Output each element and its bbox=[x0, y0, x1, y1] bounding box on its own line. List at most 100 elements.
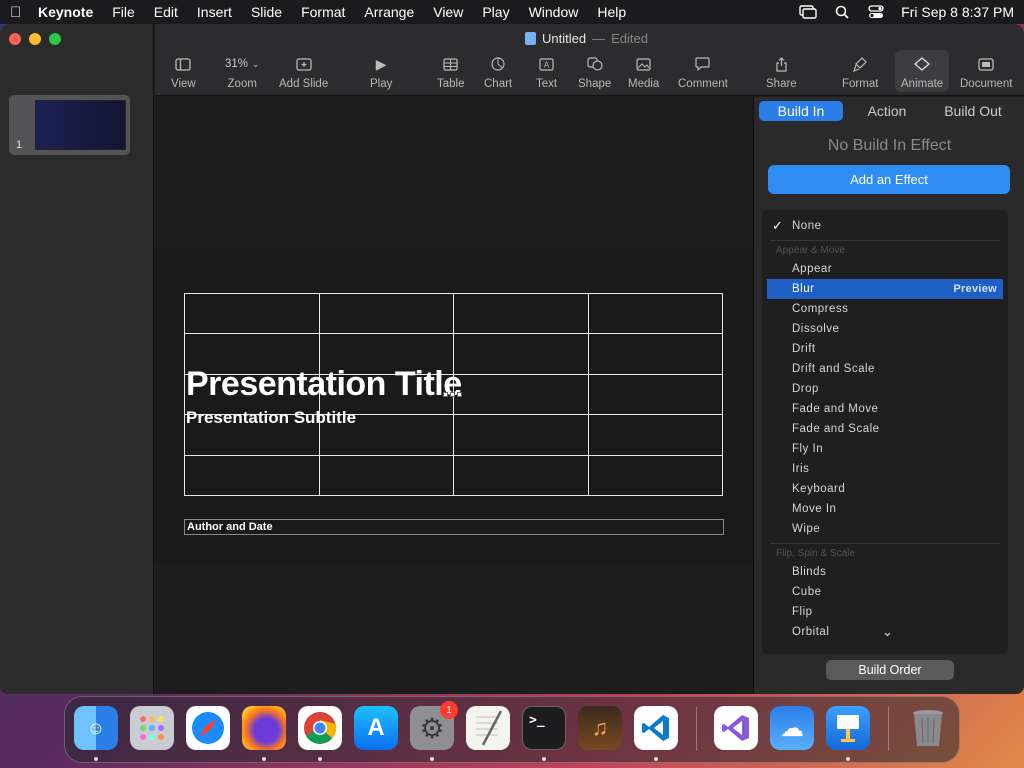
dock-textedit[interactable] bbox=[466, 706, 510, 750]
table-cell[interactable] bbox=[587, 292, 723, 335]
effect-cube[interactable]: Cube bbox=[762, 582, 1008, 602]
effect-dissolve[interactable]: Dissolve bbox=[762, 319, 1008, 339]
minimize-window-button[interactable] bbox=[29, 33, 41, 45]
slide-canvas[interactable]: Presentation Title Presentation Subtitle… bbox=[155, 97, 753, 694]
chart-button[interactable]: Chart bbox=[484, 54, 512, 90]
dock-vscode[interactable] bbox=[634, 706, 678, 750]
dock-launchpad[interactable] bbox=[130, 706, 174, 750]
table-cell[interactable] bbox=[318, 454, 454, 497]
dock-terminal[interactable]: >_ bbox=[522, 706, 566, 750]
effect-none[interactable]: ✓ None bbox=[762, 216, 1008, 236]
text-button[interactable]: A Text bbox=[536, 54, 557, 90]
running-indicator bbox=[654, 757, 658, 761]
tab-build-in[interactable]: Build In bbox=[759, 101, 843, 121]
fullscreen-window-button[interactable] bbox=[49, 33, 61, 45]
table-cell[interactable] bbox=[587, 373, 723, 416]
build-order-button[interactable]: Build Order bbox=[826, 660, 954, 680]
presentation-title[interactable]: Presentation Title bbox=[186, 365, 462, 404]
effect-appear[interactable]: Appear bbox=[762, 259, 1008, 279]
table-cell[interactable] bbox=[587, 454, 723, 497]
animate-button[interactable]: Animate bbox=[895, 50, 950, 92]
scroll-down-chevron-icon[interactable]: ⌄ bbox=[882, 624, 893, 640]
table-cell[interactable] bbox=[453, 454, 589, 497]
add-effect-button[interactable]: Add an Effect bbox=[768, 165, 1010, 194]
effect-fade-and-move[interactable]: Fade and Move bbox=[762, 399, 1008, 419]
menu-edit[interactable]: Edit bbox=[154, 4, 178, 20]
dock-keynote[interactable] bbox=[826, 706, 870, 750]
dock-visual-studio[interactable] bbox=[714, 706, 758, 750]
view-button[interactable]: View bbox=[171, 54, 196, 90]
comment-button[interactable]: Comment bbox=[678, 54, 728, 90]
slide-thumbnail-selected[interactable] bbox=[9, 95, 130, 155]
dock-chrome[interactable] bbox=[298, 706, 342, 750]
document-button[interactable]: Document bbox=[960, 54, 1012, 90]
effect-wipe[interactable]: Wipe bbox=[762, 519, 1008, 539]
table-button[interactable]: Table bbox=[437, 54, 465, 90]
menu-clock[interactable]: Fri Sep 8 8:37 PM bbox=[901, 4, 1014, 20]
document-title[interactable]: Untitled — Edited bbox=[525, 31, 648, 46]
effect-blinds[interactable]: Blinds bbox=[762, 562, 1008, 582]
spotlight-search-icon[interactable] bbox=[833, 5, 851, 19]
format-button[interactable]: Format bbox=[842, 54, 878, 90]
table-cell[interactable] bbox=[184, 454, 320, 497]
table-cell[interactable] bbox=[453, 414, 589, 456]
effect-keyboard[interactable]: Keyboard bbox=[762, 479, 1008, 499]
effect-move-in[interactable]: Move In bbox=[762, 499, 1008, 519]
dock-app-store[interactable]: A bbox=[354, 706, 398, 750]
dock-weather[interactable]: ☁ bbox=[770, 706, 814, 750]
table-cell[interactable] bbox=[587, 414, 723, 456]
dock-trash[interactable] bbox=[906, 706, 950, 750]
resize-handle[interactable] bbox=[450, 392, 455, 397]
effect-compress[interactable]: Compress bbox=[762, 299, 1008, 319]
resize-handle[interactable] bbox=[443, 392, 448, 397]
effect-iris[interactable]: Iris bbox=[762, 459, 1008, 479]
table-cell[interactable] bbox=[453, 333, 589, 375]
table-cell[interactable] bbox=[184, 292, 320, 335]
tab-action[interactable]: Action bbox=[843, 101, 931, 121]
effect-drift-and-scale[interactable]: Drift and Scale bbox=[762, 359, 1008, 379]
menu-arrange[interactable]: Arrange bbox=[364, 4, 414, 20]
table-cell[interactable] bbox=[587, 333, 723, 375]
screen-mirroring-icon[interactable] bbox=[799, 5, 817, 19]
chevron-down-icon: ⌄ bbox=[251, 58, 260, 69]
effect-drift[interactable]: Drift bbox=[762, 339, 1008, 359]
menu-insert[interactable]: Insert bbox=[197, 4, 232, 20]
effect-blur[interactable]: Blur Preview bbox=[767, 279, 1003, 299]
table-cell[interactable] bbox=[318, 292, 454, 335]
dock-finder[interactable]: ☺ bbox=[74, 706, 118, 750]
menu-slide[interactable]: Slide bbox=[251, 4, 282, 20]
menu-view[interactable]: View bbox=[433, 4, 463, 20]
menu-help[interactable]: Help bbox=[597, 4, 626, 20]
menu-file[interactable]: File bbox=[112, 4, 135, 20]
preview-button[interactable]: Preview bbox=[953, 279, 997, 299]
dock-firefox[interactable] bbox=[242, 706, 286, 750]
table-cell[interactable] bbox=[453, 292, 589, 335]
dock-system-settings[interactable]: ⚙ 1 bbox=[410, 701, 458, 750]
document-icon bbox=[978, 54, 994, 74]
shape-button[interactable]: Shape bbox=[578, 54, 611, 90]
dock-garageband[interactable]: ♫ bbox=[578, 706, 622, 750]
menu-format[interactable]: Format bbox=[301, 4, 345, 20]
slide[interactable]: Presentation Title Presentation Subtitle… bbox=[155, 247, 753, 563]
effect-fade-and-scale[interactable]: Fade and Scale bbox=[762, 419, 1008, 439]
effect-drop[interactable]: Drop bbox=[762, 379, 1008, 399]
add-slide-button[interactable]: Add Slide bbox=[279, 54, 328, 90]
effect-fly-in[interactable]: Fly In bbox=[762, 439, 1008, 459]
presentation-subtitle[interactable]: Presentation Subtitle bbox=[186, 408, 356, 428]
tab-build-out[interactable]: Build Out bbox=[931, 101, 1015, 121]
close-window-button[interactable] bbox=[9, 33, 21, 45]
control-center-icon[interactable] bbox=[867, 5, 885, 19]
resize-handle[interactable] bbox=[457, 392, 462, 397]
table-cell[interactable] bbox=[453, 373, 589, 416]
share-button[interactable]: Share bbox=[766, 54, 797, 90]
zoom-button[interactable]: 31% ⌄ Zoom bbox=[225, 54, 259, 90]
dock-safari[interactable] bbox=[186, 706, 230, 750]
play-button[interactable]: ▶ Play bbox=[370, 54, 392, 91]
media-button[interactable]: Media bbox=[628, 54, 659, 90]
menu-play[interactable]: Play bbox=[482, 4, 509, 20]
menu-window[interactable]: Window bbox=[529, 4, 579, 20]
author-date-text[interactable]: Author and Date bbox=[184, 519, 724, 535]
apple-menu-icon[interactable]:  bbox=[10, 4, 38, 21]
menu-app-name[interactable]: Keynote bbox=[38, 4, 93, 20]
effect-flip[interactable]: Flip bbox=[762, 602, 1008, 622]
